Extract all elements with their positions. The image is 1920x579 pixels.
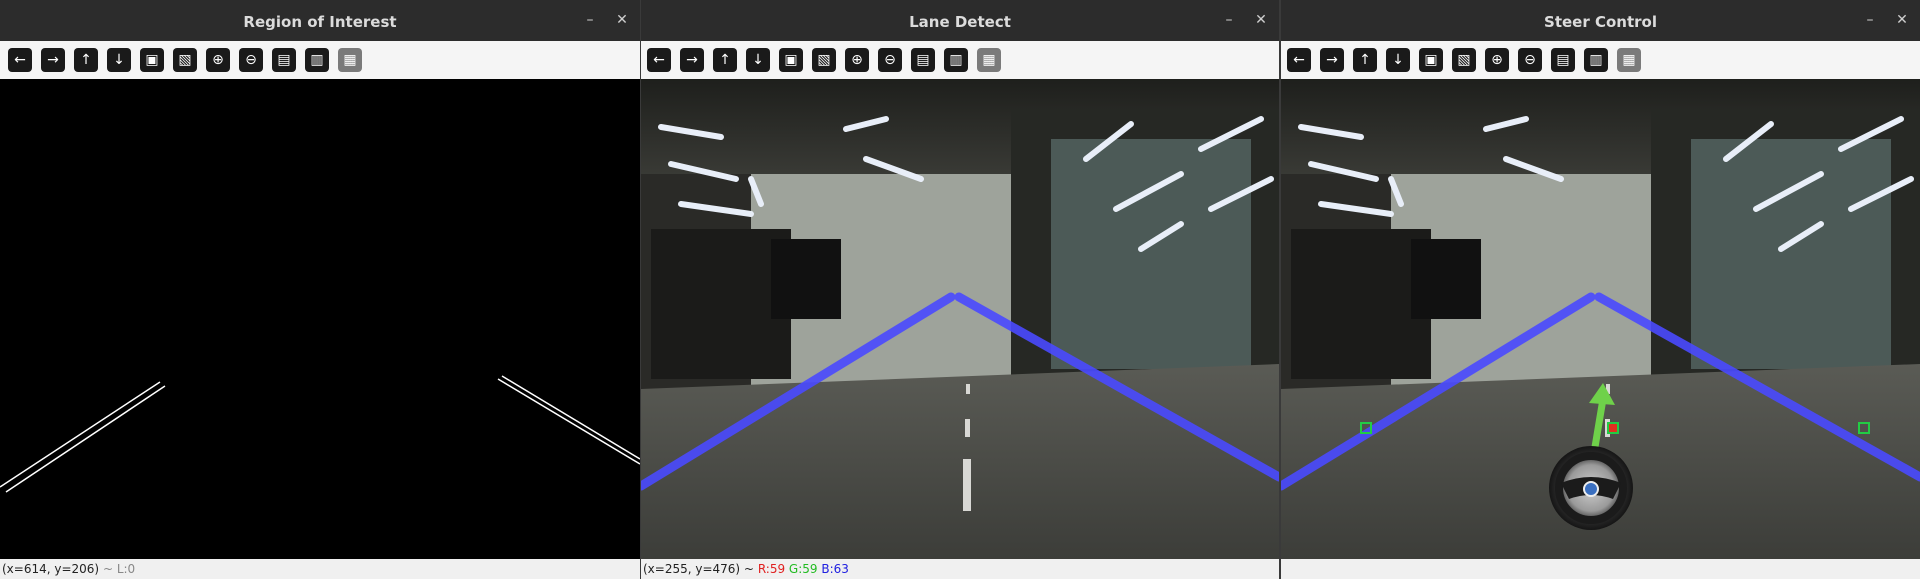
minimize-button[interactable]: – — [580, 10, 600, 30]
clipboard-icon[interactable]: ▥ — [1584, 48, 1608, 72]
roi-image[interactable] — [0, 79, 640, 559]
arrow-left-icon[interactable]: ← — [1287, 48, 1311, 72]
lane-detect-window: Lane Detect – ✕ ← → ↑ ↓ ▣ ▧ ⊕ ⊖ ▤ ▥ ▦ (x… — [641, 0, 1279, 579]
minimize-button[interactable]: – — [1219, 10, 1239, 30]
properties-icon[interactable]: ▦ — [1617, 48, 1641, 72]
image-edit-icon[interactable]: ▧ — [1452, 48, 1476, 72]
steer-control-image[interactable] — [1281, 79, 1920, 559]
arrow-left-icon[interactable]: ← — [647, 48, 671, 72]
lane-status-b: B:63 — [821, 562, 849, 576]
clipboard-icon[interactable]: ▥ — [305, 48, 329, 72]
roi-status-coords: (x=614, y=206) — [2, 562, 100, 576]
steering-wheel-icon — [1549, 446, 1633, 530]
close-button[interactable]: ✕ — [612, 10, 632, 30]
zoom-out-icon[interactable]: ⊖ — [1518, 48, 1542, 72]
arrow-down-icon[interactable]: ↓ — [107, 48, 131, 72]
arrow-right-icon[interactable]: → — [1320, 48, 1344, 72]
close-button[interactable]: ✕ — [1892, 10, 1912, 30]
clipboard-icon[interactable]: ▥ — [944, 48, 968, 72]
roi-titlebar: Region of Interest – ✕ — [0, 0, 640, 41]
zoom-out-icon[interactable]: ⊖ — [239, 48, 263, 72]
arrow-right-icon[interactable]: → — [41, 48, 65, 72]
roi-title: Region of Interest — [243, 13, 397, 31]
steer-statusbar — [1281, 559, 1920, 579]
roi-status-value: ~ L:0 — [102, 562, 136, 576]
steer-title: Steer Control — [1544, 13, 1657, 31]
zoom-out-icon[interactable]: ⊖ — [878, 48, 902, 72]
arrow-right-icon[interactable]: → — [680, 48, 704, 72]
properties-icon[interactable]: ▦ — [977, 48, 1001, 72]
roi-statusbar: (x=614, y=206) ~ L:0 — [0, 559, 640, 579]
lane-statusbar: (x=255, y=476) ~ R:59 G:59 B:63 — [641, 559, 1279, 579]
image-icon[interactable]: ▣ — [779, 48, 803, 72]
zoom-in-icon[interactable]: ⊕ — [845, 48, 869, 72]
arrow-up-icon[interactable]: ↑ — [1353, 48, 1377, 72]
roi-toolbar: ← → ↑ ↓ ▣ ▧ ⊕ ⊖ ▤ ▥ ▦ — [0, 41, 640, 80]
arrow-left-icon[interactable]: ← — [8, 48, 32, 72]
center-marker — [1607, 422, 1619, 434]
steer-toolbar: ← → ↑ ↓ ▣ ▧ ⊕ ⊖ ▤ ▥ ▦ — [1281, 41, 1920, 80]
image-icon[interactable]: ▣ — [140, 48, 164, 72]
lane-status-g: G:59 — [788, 562, 818, 576]
zoom-in-icon[interactable]: ⊕ — [206, 48, 230, 72]
steer-scene — [1281, 79, 1920, 559]
steer-control-window: Steer Control – ✕ ← → ↑ ↓ ▣ ▧ ⊕ ⊖ ▤ ▥ ▦ — [1281, 0, 1920, 579]
lane-status-r: R:59 — [757, 562, 786, 576]
save-icon[interactable]: ▤ — [1551, 48, 1575, 72]
arrow-up-icon[interactable]: ↑ — [713, 48, 737, 72]
zoom-in-icon[interactable]: ⊕ — [1485, 48, 1509, 72]
save-icon[interactable]: ▤ — [911, 48, 935, 72]
save-icon[interactable]: ▤ — [272, 48, 296, 72]
image-edit-icon[interactable]: ▧ — [812, 48, 836, 72]
roi-edge-lines — [0, 375, 640, 493]
lane-title: Lane Detect — [909, 13, 1011, 31]
close-button[interactable]: ✕ — [1251, 10, 1271, 30]
minimize-button[interactable]: – — [1860, 10, 1880, 30]
lane-titlebar: Lane Detect – ✕ — [641, 0, 1279, 41]
lane-toolbar: ← → ↑ ↓ ▣ ▧ ⊕ ⊖ ▤ ▥ ▦ — [641, 41, 1279, 80]
arrow-up-icon[interactable]: ↑ — [74, 48, 98, 72]
image-edit-icon[interactable]: ▧ — [173, 48, 197, 72]
steer-titlebar: Steer Control – ✕ — [1281, 0, 1920, 41]
arrow-down-icon[interactable]: ↓ — [1386, 48, 1410, 72]
lane-detect-image[interactable] — [641, 79, 1279, 559]
roi-window: Region of Interest – ✕ ← → ↑ ↓ ▣ ▧ ⊕ ⊖ ▤… — [0, 0, 640, 579]
properties-icon[interactable]: ▦ — [338, 48, 362, 72]
image-icon[interactable]: ▣ — [1419, 48, 1443, 72]
arrow-down-icon[interactable]: ↓ — [746, 48, 770, 72]
lane-scene — [641, 79, 1279, 559]
lane-status-coords: (x=255, y=476) ~ — [643, 562, 754, 576]
